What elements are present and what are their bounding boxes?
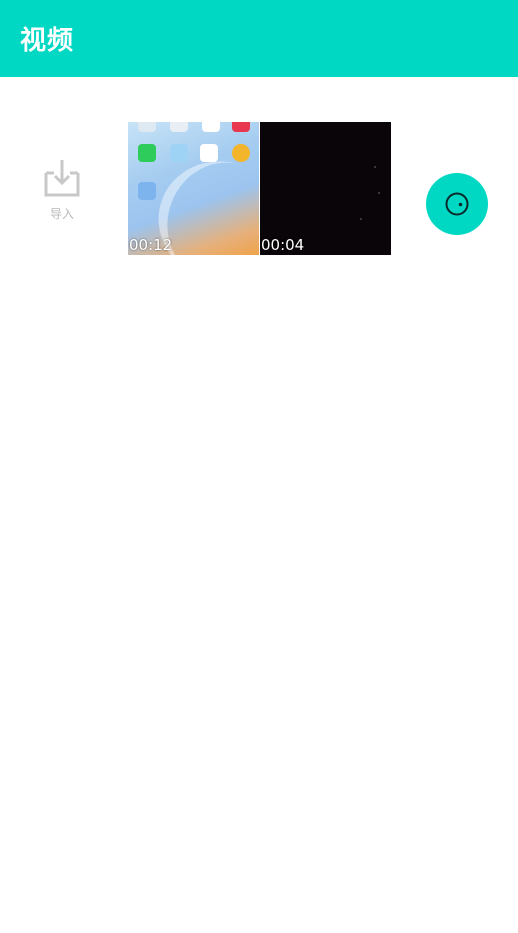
- app-thumbnail-icon: [200, 144, 218, 162]
- noise-dot: [360, 218, 362, 220]
- video-content-area: 导入 00:12 00:04: [0, 77, 518, 933]
- video-thumbnail-1[interactable]: 00:12: [128, 122, 259, 255]
- import-label: 导入: [49, 207, 74, 221]
- camera-record-icon: [445, 192, 469, 216]
- noise-dot: [378, 192, 380, 194]
- app-header: 视频: [0, 0, 518, 77]
- noise-dot: [374, 166, 376, 168]
- app-thumbnail-icon: [232, 122, 250, 132]
- app-thumbnail-icon: [202, 122, 220, 132]
- import-button[interactable]: 导入: [36, 157, 88, 227]
- app-thumbnail-icon: [138, 122, 156, 132]
- app-thumbnail-icon: [232, 144, 250, 162]
- video-duration: 00:12: [129, 236, 173, 254]
- video-thumbnail-2[interactable]: 00:04: [260, 122, 391, 255]
- video-duration: 00:04: [261, 236, 305, 254]
- video-thumbnail-list: 00:12 00:04: [128, 122, 391, 255]
- import-icon: [44, 160, 80, 197]
- wechat-icon: [138, 144, 156, 162]
- app-thumbnail-icon: [170, 122, 188, 132]
- app-thumbnail-icon: [138, 182, 156, 200]
- record-button[interactable]: [426, 173, 488, 235]
- page-title: 视频: [20, 26, 75, 56]
- app-thumbnail-icon: [170, 144, 188, 162]
